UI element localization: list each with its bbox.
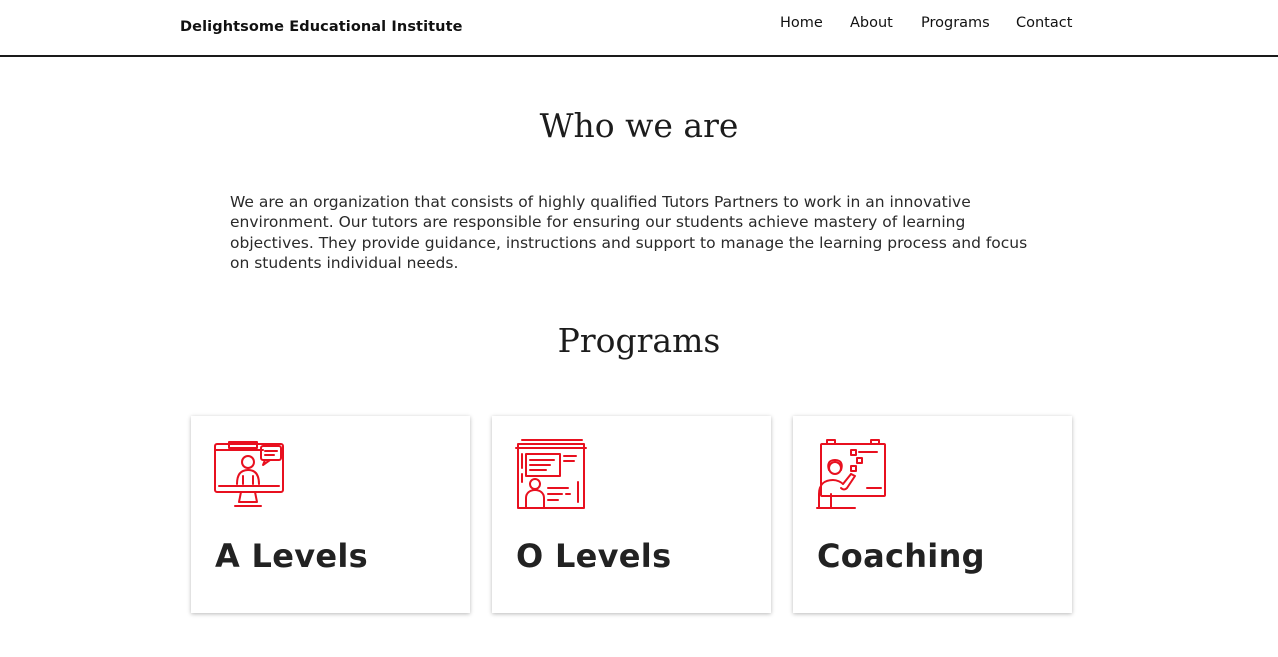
navbar: Delightsome Educational Institute Home A… bbox=[0, 0, 1278, 57]
online-tutor-monitor-icon bbox=[214, 441, 284, 507]
nav-link-about[interactable]: About bbox=[850, 15, 893, 31]
presenter-whiteboard-icon bbox=[816, 439, 886, 509]
program-card-title: Coaching bbox=[817, 537, 985, 575]
about-section-title: Who we are bbox=[539, 106, 739, 145]
nav-link-programs[interactable]: Programs bbox=[921, 15, 990, 31]
program-card-coaching[interactable]: Coaching bbox=[793, 416, 1072, 613]
brand-link[interactable]: Delightsome Educational Institute bbox=[180, 19, 463, 35]
nav-link-contact[interactable]: Contact bbox=[1016, 15, 1072, 31]
about-description: We are an organization that consists of … bbox=[230, 193, 1028, 272]
classroom-board-icon bbox=[515, 439, 587, 509]
programs-section-title: Programs bbox=[557, 321, 721, 360]
program-card-o-levels[interactable]: O Levels bbox=[492, 416, 771, 613]
program-card-title: O Levels bbox=[516, 537, 672, 575]
program-card-a-levels[interactable]: A Levels bbox=[191, 416, 470, 613]
nav-link-home[interactable]: Home bbox=[780, 15, 823, 31]
program-card-title: A Levels bbox=[215, 537, 368, 575]
